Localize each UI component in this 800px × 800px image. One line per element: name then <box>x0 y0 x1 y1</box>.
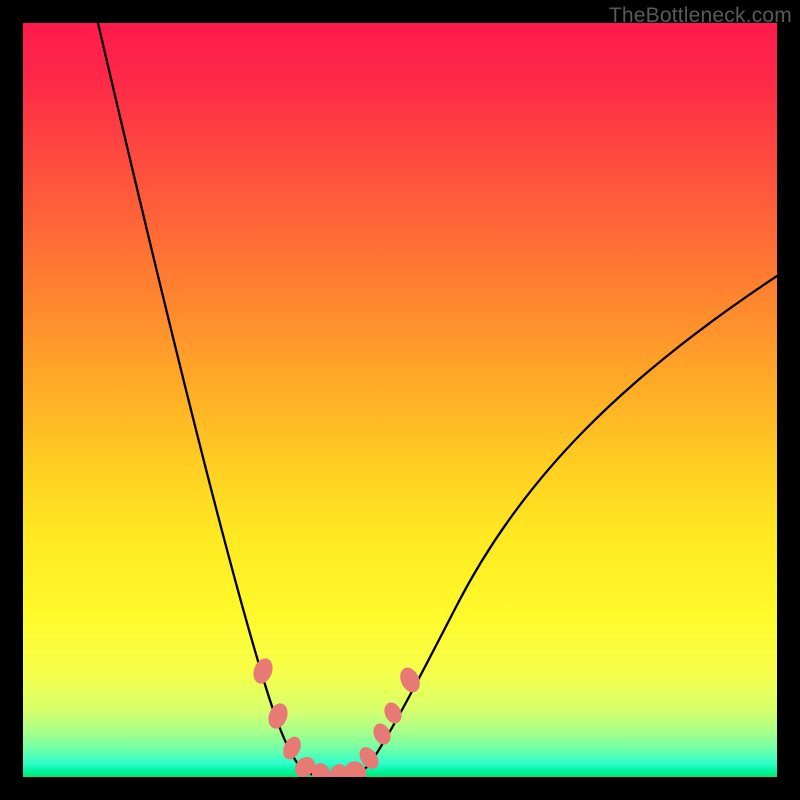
watermark-text: TheBottleneck.com <box>609 4 792 28</box>
chart-frame <box>23 23 777 777</box>
right-curve <box>351 276 777 775</box>
curve-marker <box>381 700 405 727</box>
curve-marker <box>396 664 423 695</box>
curve-marker <box>265 701 291 732</box>
left-curve <box>98 23 318 775</box>
curve-marker <box>370 721 394 748</box>
marker-group <box>250 656 424 777</box>
curve-group <box>98 23 777 775</box>
curve-marker <box>250 656 276 687</box>
chart-svg <box>23 23 777 777</box>
